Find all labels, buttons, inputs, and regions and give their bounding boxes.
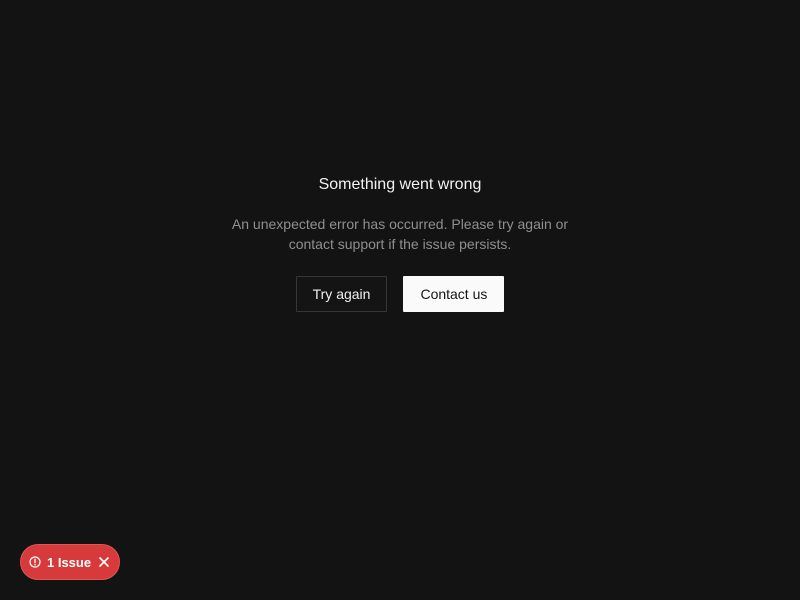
alert-circle-icon	[29, 556, 41, 568]
error-page: Something went wrong An unexpected error…	[0, 0, 800, 600]
close-icon[interactable]	[99, 557, 109, 567]
issue-count-label: 1 Issue	[47, 554, 92, 570]
error-title: Something went wrong	[318, 176, 482, 193]
contact-us-button[interactable]: Contact us	[403, 276, 505, 312]
try-again-button[interactable]: Try again	[295, 276, 388, 312]
issues-badge: 1 Issue	[20, 544, 120, 580]
error-message: An unexpected error has occurred. Please…	[231, 216, 569, 252]
error-panel: Something went wrong An unexpected error…	[0, 172, 800, 312]
open-issues-button[interactable]: 1 Issue	[29, 555, 91, 570]
error-actions: Try again Contact us	[295, 276, 505, 312]
